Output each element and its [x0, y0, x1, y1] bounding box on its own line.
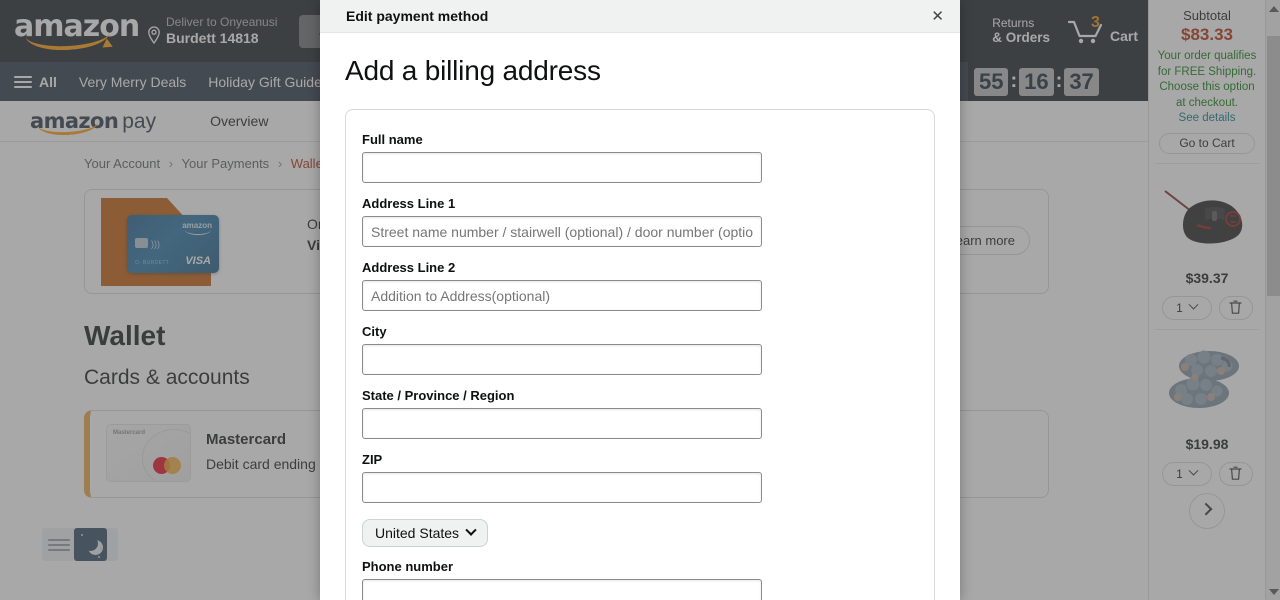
label-phone-number: Phone number: [362, 559, 454, 574]
modal-window-title: Edit payment method: [346, 8, 489, 24]
label-state: State / Province / Region: [362, 388, 515, 403]
phone-number-input[interactable]: [362, 579, 762, 600]
country-select[interactable]: United States: [362, 519, 489, 547]
field-phone-number: Phone number: [362, 559, 918, 600]
state-input[interactable]: [362, 408, 762, 439]
field-state: State / Province / Region: [362, 388, 918, 439]
address-line-2-input[interactable]: [362, 280, 762, 311]
modal-body: Add a billing address Full name Address …: [320, 33, 960, 600]
field-zip: ZIP: [362, 452, 918, 503]
field-city: City: [362, 324, 918, 375]
field-full-name: Full name: [362, 132, 918, 183]
city-input[interactable]: [362, 344, 762, 375]
screen: amazon Deliver to Onyeanusi Burdett 1481…: [0, 0, 1280, 600]
field-address-line-2: Address Line 2: [362, 260, 918, 311]
address-line-1-input[interactable]: [362, 216, 762, 247]
modal-heading: Add a billing address: [345, 55, 601, 86]
field-address-line-1: Address Line 1: [362, 196, 918, 247]
edit-payment-method-modal: Edit payment method ✕ Add a billing addr…: [320, 0, 960, 600]
label-address-line-2: Address Line 2: [362, 260, 456, 275]
zip-input[interactable]: [362, 472, 762, 503]
country-value: United States: [375, 525, 460, 541]
label-full-name: Full name: [362, 132, 423, 147]
close-icon[interactable]: ✕: [925, 7, 950, 26]
full-name-input[interactable]: [362, 152, 762, 183]
billing-address-form: Full name Address Line 1 Address Line 2 …: [345, 109, 935, 600]
chevron-down-icon: [465, 524, 477, 536]
label-zip: ZIP: [362, 452, 383, 467]
label-city: City: [362, 324, 387, 339]
label-address-line-1: Address Line 1: [362, 196, 456, 211]
modal-title-bar: Edit payment method ✕: [320, 0, 960, 33]
